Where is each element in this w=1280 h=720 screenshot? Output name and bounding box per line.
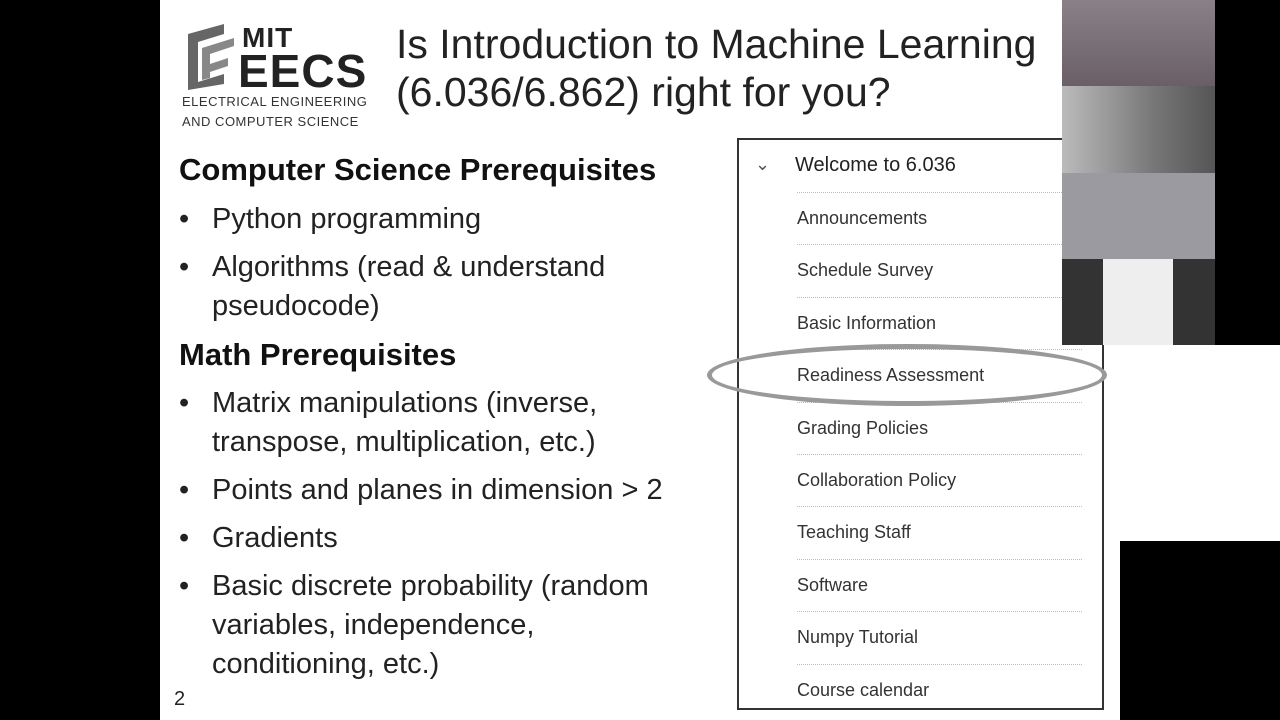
nav-separator <box>797 296 1082 298</box>
nav-separator <box>797 558 1082 560</box>
page-number: 2 <box>174 688 186 710</box>
nav-separator <box>797 611 1082 613</box>
bullet-item: • Matrix manipulations (inverse, transpose… <box>179 384 597 462</box>
nav-item-teaching-staff[interactable]: Teaching Staff <box>797 522 911 543</box>
participant-video-1[interactable] <box>1062 0 1215 86</box>
nav-separator <box>797 244 1082 246</box>
eecs-logomark-icon <box>188 24 234 90</box>
bullet-item: • Basic discrete probability (random varia… <box>179 567 649 684</box>
bullet-text: Gradients <box>212 522 338 554</box>
participant-video-3[interactable] <box>1062 173 1215 259</box>
nav-item-announcements[interactable]: Announcements <box>797 208 927 229</box>
course-nav-panel: ⌄ Welcome to 6.036 Announcements Schedule… <box>737 138 1104 710</box>
participant-video-2[interactable] <box>1062 86 1215 173</box>
bullet-text: Basic discrete probability (random <box>212 570 649 602</box>
bullet-text: conditioning, etc.) <box>212 648 440 680</box>
nav-section-welcome[interactable]: Welcome to 6.036 <box>795 154 956 177</box>
slide-title: Is Introduction to Machine Learning (6.0… <box>396 21 1037 115</box>
mit-eecs-logo: MIT EECS ELECTRICAL ENGINEERING AND COMP… <box>182 22 368 129</box>
bullet-text: Matrix manipulations (inverse, <box>212 387 598 419</box>
participant-video-strip <box>1062 0 1215 345</box>
bullet-item: • Algorithms (read & understand pseudocode… <box>179 248 605 326</box>
math-prereq-heading: Math Prerequisites <box>179 337 457 372</box>
bullet-text: Algorithms (read & understand <box>212 251 606 283</box>
bullet-icon: • <box>179 474 190 506</box>
highlight-circle-annotation <box>707 344 1107 406</box>
nav-item-software[interactable]: Software <box>797 575 868 596</box>
bullet-icon: • <box>179 387 190 419</box>
cs-prereq-heading: Computer Science Prerequisites <box>179 152 657 187</box>
nav-separator <box>797 506 1082 508</box>
nav-item-schedule-survey[interactable]: Schedule Survey <box>797 260 933 281</box>
bullet-icon: • <box>179 570 190 602</box>
bullet-text: Python programming <box>212 203 482 235</box>
nav-item-grading-policies[interactable]: Grading Policies <box>797 418 928 439</box>
nav-item-collaboration-policy[interactable]: Collaboration Policy <box>797 470 956 491</box>
nav-separator <box>797 454 1082 455</box>
chevron-down-icon[interactable]: ⌄ <box>755 154 770 175</box>
bullet-text: pseudocode) <box>212 290 380 322</box>
bullet-item: • Python programming <box>179 200 481 239</box>
bullet-icon: • <box>179 251 190 283</box>
bullet-text: variables, independence, <box>212 609 535 641</box>
bullet-text: Points and planes in dimension > 2 <box>212 474 663 506</box>
bullet-text: transpose, multiplication, etc.) <box>212 426 596 458</box>
nav-item-numpy-tutorial[interactable]: Numpy Tutorial <box>797 627 918 648</box>
nav-item-basic-information[interactable]: Basic Information <box>797 313 936 334</box>
bullet-item: • Gradients <box>179 519 338 558</box>
nav-separator <box>797 192 1082 193</box>
bullet-icon: • <box>179 203 190 235</box>
nav-item-course-calendar[interactable]: Course calendar <box>797 680 929 701</box>
bullet-item: • Points and planes in dimension > 2 <box>179 471 663 510</box>
participant-video-4[interactable] <box>1062 259 1215 345</box>
bullet-icon: • <box>179 522 190 554</box>
nav-separator <box>797 663 1082 665</box>
participant-photo <box>1103 259 1173 345</box>
